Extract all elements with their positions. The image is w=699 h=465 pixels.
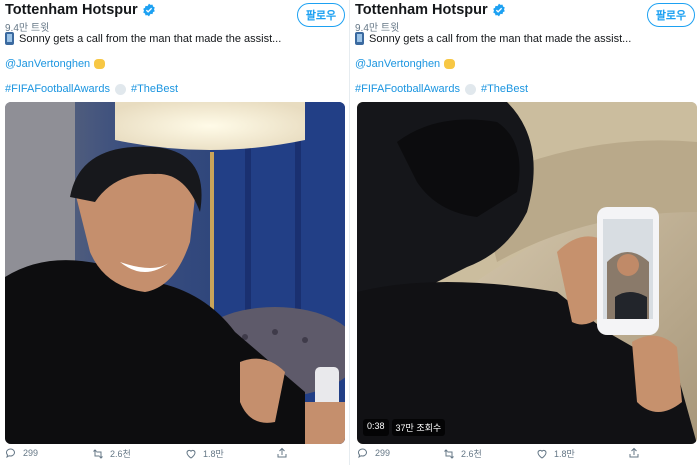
hashtag-link[interactable]: #FIFAFootballAwards bbox=[355, 83, 460, 95]
tweet-text-content: Sonny gets a call from the man that made… bbox=[19, 32, 282, 45]
mention-link[interactable]: @JanVertonghen bbox=[355, 58, 440, 70]
tweet-text: Sonny gets a call from the man that made… bbox=[355, 32, 631, 45]
mention-row: @JanVertonghen bbox=[355, 58, 456, 70]
fist-bump-icon bbox=[94, 59, 106, 69]
hashtag-link[interactable]: #FIFAFootballAwards bbox=[5, 83, 110, 95]
video-frame-image bbox=[357, 102, 697, 444]
fist-bump-icon bbox=[444, 59, 456, 69]
like-action[interactable]: 1.8만 bbox=[185, 447, 224, 460]
tweet-card-left: Tottenham Hotspur 9.4만 트윗 팔로우 Sonny gets… bbox=[0, 0, 349, 465]
video-duration: 0:38 bbox=[363, 419, 389, 436]
tweet-video-thumbnail[interactable] bbox=[5, 102, 345, 444]
tweet-video-player[interactable]: 0:38 37만 조회수 bbox=[357, 102, 697, 444]
mobile-phone-icon bbox=[5, 32, 14, 45]
hashtag-link[interactable]: #TheBest bbox=[131, 83, 178, 95]
soccer-ball-icon bbox=[114, 83, 126, 95]
like-count: 1.8만 bbox=[203, 449, 224, 459]
hashtag-link[interactable]: #TheBest bbox=[481, 83, 528, 95]
reply-count: 299 bbox=[375, 448, 391, 458]
tweet-actions: 299 2.6천 1.8만 bbox=[0, 447, 349, 465]
video-meta-badges: 0:38 37만 조회수 bbox=[363, 419, 446, 436]
retweet-icon bbox=[444, 448, 454, 459]
mobile-phone-icon bbox=[355, 32, 364, 45]
like-action[interactable]: 1.8만 bbox=[536, 447, 575, 460]
reply-action[interactable]: 299 bbox=[357, 447, 390, 459]
retweet-icon bbox=[93, 448, 103, 459]
reply-icon bbox=[358, 448, 367, 459]
tweet-card-right: Tottenham Hotspur 9.4만 트윗 팔로우 Sonny gets… bbox=[350, 0, 699, 465]
heart-icon bbox=[537, 449, 547, 459]
video-views: 37만 조회수 bbox=[391, 419, 446, 436]
soccer-ball-icon bbox=[464, 83, 476, 95]
follow-button[interactable]: 팔로우 bbox=[647, 3, 695, 27]
hashtag-row: #FIFAFootballAwards #TheBest bbox=[355, 83, 528, 95]
share-icon bbox=[629, 447, 639, 458]
retweet-count: 2.6천 bbox=[110, 449, 131, 459]
reply-action[interactable]: 299 bbox=[5, 447, 38, 459]
retweet-action[interactable]: 2.6천 bbox=[443, 447, 482, 460]
retweet-count: 2.6천 bbox=[461, 449, 482, 459]
hashtag-row: #FIFAFootballAwards #TheBest bbox=[5, 83, 178, 95]
account-header[interactable]: Tottenham Hotspur bbox=[5, 2, 156, 18]
follow-button[interactable]: 팔로우 bbox=[297, 3, 345, 27]
retweet-action[interactable]: 2.6천 bbox=[92, 447, 131, 460]
tweet-actions: 299 2.6천 1.8만 bbox=[350, 447, 699, 465]
share-icon bbox=[277, 447, 287, 458]
verified-badge-icon bbox=[142, 3, 155, 17]
share-action[interactable] bbox=[628, 447, 646, 459]
like-count: 1.8만 bbox=[554, 449, 575, 459]
reply-count: 299 bbox=[23, 448, 39, 458]
video-frame-image bbox=[5, 102, 345, 444]
mention-link[interactable]: @JanVertonghen bbox=[5, 58, 90, 70]
mention-row: @JanVertonghen bbox=[5, 58, 106, 70]
heart-icon bbox=[186, 449, 196, 459]
account-name[interactable]: Tottenham Hotspur bbox=[355, 2, 488, 18]
share-action[interactable] bbox=[276, 447, 294, 459]
reply-icon bbox=[6, 448, 15, 459]
tweet-text-content: Sonny gets a call from the man that made… bbox=[369, 32, 632, 45]
verified-badge-icon bbox=[492, 3, 505, 17]
account-header[interactable]: Tottenham Hotspur bbox=[355, 2, 506, 18]
tweet-text: Sonny gets a call from the man that made… bbox=[5, 32, 281, 45]
account-name[interactable]: Tottenham Hotspur bbox=[5, 2, 138, 18]
